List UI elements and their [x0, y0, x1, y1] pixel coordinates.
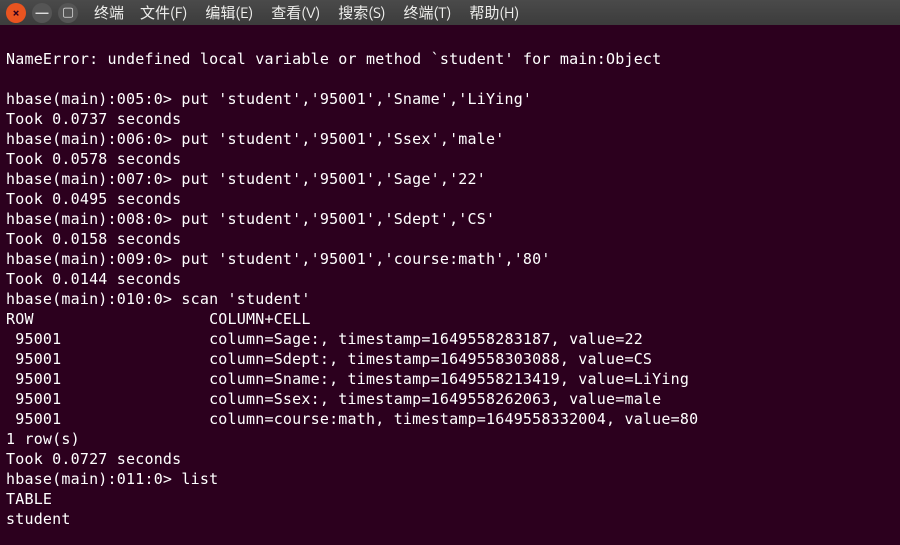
- menu-search[interactable]: 搜索(S): [336, 0, 387, 25]
- table-row: student: [6, 510, 71, 528]
- scan-row: 95001 column=course:math, timestamp=1649…: [6, 410, 698, 428]
- maximize-icon[interactable]: ▢: [58, 3, 78, 23]
- table-header: TABLE: [6, 490, 52, 508]
- took-line: Took 0.0144 seconds: [6, 270, 181, 288]
- minimize-icon[interactable]: —: [32, 3, 52, 23]
- scan-row: 95001 column=Sname:, timestamp=164955821…: [6, 370, 689, 388]
- cmd-line: hbase(main):011:0> list: [6, 470, 218, 488]
- menubar: 终端 文件(F) 编辑(E) 查看(V) 搜索(S) 终端(T) 帮助(H): [94, 0, 521, 25]
- scan-header: ROW COLUMN+CELL: [6, 310, 311, 328]
- took-line: Took 0.0737 seconds: [6, 110, 181, 128]
- scan-row: 95001 column=Sage:, timestamp=1649558283…: [6, 330, 643, 348]
- cmd-line: hbase(main):009:0> put 'student','95001'…: [6, 250, 551, 268]
- took-line: Took 0.0578 seconds: [6, 150, 181, 168]
- menu-file[interactable]: 文件(F): [138, 0, 189, 25]
- took-line: Took 0.0158 seconds: [6, 230, 181, 248]
- cmd-line: hbase(main):006:0> put 'student','95001'…: [6, 130, 504, 148]
- scan-row: 95001 column=Sdept:, timestamp=164955830…: [6, 350, 652, 368]
- terminal-output: NameError: undefined local variable or m…: [6, 49, 894, 529]
- cmd-line: hbase(main):008:0> put 'student','95001'…: [6, 210, 495, 228]
- cmd-line: hbase(main):005:0> put 'student','95001'…: [6, 90, 532, 108]
- close-icon[interactable]: ×: [6, 3, 26, 23]
- error-line: NameError: undefined local variable or m…: [6, 50, 661, 68]
- menu-edit[interactable]: 编辑(E): [203, 0, 255, 25]
- took-line: Took 0.0495 seconds: [6, 190, 181, 208]
- menu-terminal[interactable]: 终端(T): [402, 0, 454, 25]
- menu-view[interactable]: 查看(V): [269, 0, 322, 25]
- app-label: 终端: [94, 2, 124, 23]
- scan-row: 95001 column=Ssex:, timestamp=1649558262…: [6, 390, 661, 408]
- terminal-body[interactable]: NameError: undefined local variable or m…: [0, 25, 900, 545]
- row-count: 1 row(s): [6, 430, 80, 448]
- cmd-line: hbase(main):010:0> scan 'student': [6, 290, 311, 308]
- cmd-line: hbase(main):007:0> put 'student','95001'…: [6, 170, 486, 188]
- took-line: Took 0.0727 seconds: [6, 450, 181, 468]
- titlebar: × — ▢ 终端 文件(F) 编辑(E) 查看(V) 搜索(S) 终端(T) 帮…: [0, 0, 900, 25]
- menu-help[interactable]: 帮助(H): [467, 0, 521, 25]
- terminal-window: × — ▢ 终端 文件(F) 编辑(E) 查看(V) 搜索(S) 终端(T) 帮…: [0, 0, 900, 545]
